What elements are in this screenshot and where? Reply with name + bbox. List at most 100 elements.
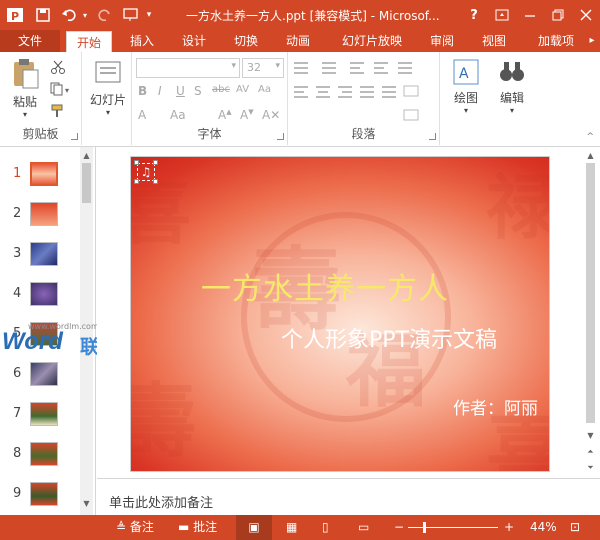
slide-thumbnail[interactable]	[30, 282, 58, 306]
thumbnail-row[interactable]: 8	[0, 440, 80, 476]
slide-author[interactable]: 作者：阿丽	[453, 394, 538, 419]
powerpoint-logo-icon[interactable]: P	[4, 4, 26, 26]
group-slides: 幻灯片 ▾	[82, 52, 132, 145]
thumbnail-row[interactable]: 7	[0, 400, 80, 436]
thumbnail-row[interactable]: 2	[0, 200, 80, 236]
notes-pane[interactable]: 单击此处添加备注	[97, 478, 600, 515]
canvas-scrollbar[interactable]: ▲ ▼ ⏶ ⏷	[584, 147, 597, 478]
thumbnail-row[interactable]: 6	[0, 360, 80, 396]
collapse-ribbon-icon[interactable]: ^	[586, 132, 594, 142]
resize-handle[interactable]	[134, 160, 139, 165]
scroll-thumb[interactable]	[82, 163, 91, 203]
next-slide-icon[interactable]: ⏷	[584, 461, 597, 474]
zoom-level[interactable]: 44%	[530, 515, 557, 540]
tab-design[interactable]: 设计	[172, 30, 216, 52]
paste-button[interactable]: 粘贴 ▾	[6, 58, 44, 119]
editing-button[interactable]: 编辑 ▾	[492, 58, 532, 118]
paragraph-tools-icon[interactable]	[294, 62, 434, 132]
slide-thumbnail[interactable]	[30, 402, 58, 426]
notes-toggle[interactable]: ≜ 备注	[116, 515, 154, 540]
comments-toggle[interactable]: ▬ 批注	[178, 515, 217, 540]
start-from-beginning-icon[interactable]	[120, 4, 142, 26]
slide-thumbnail[interactable]	[30, 482, 58, 506]
undo-icon[interactable]	[58, 4, 80, 26]
restore-icon[interactable]	[544, 0, 572, 30]
thumbnail-row[interactable]: 4	[0, 280, 80, 316]
drawing-dropdown-icon: ▾	[463, 106, 468, 115]
thumbnail-row[interactable]: 9	[0, 480, 80, 516]
underline-icon[interactable]: U	[176, 84, 185, 98]
slide-thumbnail[interactable]	[30, 162, 58, 186]
paragraph-launcher-icon[interactable]	[429, 133, 436, 140]
font-size-combo[interactable]: 32 ▾	[242, 58, 284, 78]
tab-animations[interactable]: 动画	[276, 30, 320, 52]
undo-dropdown-icon[interactable]: ▾	[80, 4, 90, 26]
new-slide-button[interactable]: 幻灯片 ▾	[88, 58, 128, 117]
zoom-in-icon[interactable]: +	[504, 515, 514, 540]
scroll-up-icon[interactable]: ▲	[584, 149, 597, 162]
scroll-down-icon[interactable]: ▼	[584, 429, 597, 442]
tab-addins[interactable]: 加载项	[528, 30, 584, 52]
character-spacing-icon[interactable]: AV	[236, 84, 249, 95]
thumbnail-row[interactable]: 1	[0, 160, 80, 196]
resize-handle[interactable]	[153, 179, 158, 184]
save-icon[interactable]	[32, 4, 54, 26]
ribbon-display-options-icon[interactable]	[488, 0, 516, 30]
tab-insert[interactable]: 插入	[120, 30, 164, 52]
slide-thumbnail[interactable]	[30, 242, 58, 266]
clear-formatting-icon[interactable]: A✕	[262, 108, 280, 122]
close-icon[interactable]	[572, 0, 600, 30]
tab-view[interactable]: 视图	[472, 30, 516, 52]
zoom-out-icon[interactable]: −	[394, 515, 404, 540]
comment-icon: ▬	[178, 520, 190, 534]
format-painter-icon[interactable]	[50, 104, 66, 121]
help-button[interactable]: ?	[460, 0, 488, 30]
slide-number: 4	[13, 286, 22, 301]
slide-sorter-view-icon[interactable]: ▦	[286, 515, 297, 540]
text-effects-icon[interactable]: A	[138, 108, 146, 122]
italic-icon[interactable]: I	[158, 84, 162, 98]
scroll-up-icon[interactable]: ▲	[80, 149, 93, 162]
tab-home[interactable]: 开始	[66, 31, 112, 53]
clipboard-launcher-icon[interactable]	[71, 133, 78, 140]
zoom-slider-thumb[interactable]	[423, 522, 426, 533]
font-name-combo[interactable]: ▾	[136, 58, 240, 78]
shadow-icon[interactable]: S	[194, 84, 202, 98]
more-tabs-icon[interactable]: ▸	[584, 30, 600, 52]
zoom-slider[interactable]	[408, 527, 498, 528]
customize-qat-icon[interactable]: ▾	[142, 4, 156, 26]
highlight-icon[interactable]: Aa	[170, 108, 186, 122]
change-case-icon[interactable]: Aa	[258, 84, 271, 95]
previous-slide-icon[interactable]: ⏶	[584, 445, 597, 458]
reading-view-icon[interactable]: ▯	[322, 515, 329, 540]
slide-subtitle[interactable]: 个人形象PPT演示文稿	[281, 322, 497, 354]
tab-slide-show[interactable]: 幻灯片放映	[330, 30, 414, 52]
strikethrough-icon[interactable]: abc	[212, 84, 230, 95]
bold-icon[interactable]: B	[138, 84, 147, 98]
scroll-down-icon[interactable]: ▼	[80, 497, 93, 510]
slide-thumbnail[interactable]	[30, 202, 58, 226]
notes-placeholder[interactable]: 单击此处添加备注	[109, 492, 213, 511]
tab-transitions[interactable]: 切换	[224, 30, 268, 52]
tab-file[interactable]: 文件	[0, 30, 60, 52]
decrease-font-icon[interactable]: A▼	[240, 108, 254, 122]
slide[interactable]: 壽 福 喜 禄 壽 喜 ♫ 一方水土养一方人 个人形象PPT演示文稿 作者：阿丽	[130, 156, 550, 472]
slide-thumbnail[interactable]	[30, 362, 58, 386]
resize-handle[interactable]	[153, 160, 158, 165]
increase-font-icon[interactable]: A▲	[218, 108, 232, 122]
redo-icon[interactable]	[94, 4, 116, 26]
scroll-thumb[interactable]	[586, 163, 595, 423]
drawing-button[interactable]: A 绘图 ▾	[446, 58, 486, 118]
tab-review[interactable]: 审阅	[420, 30, 464, 52]
copy-icon[interactable]: ▾	[50, 82, 72, 99]
resize-handle[interactable]	[134, 179, 139, 184]
minimize-icon[interactable]	[516, 0, 544, 30]
font-launcher-icon[interactable]	[277, 133, 284, 140]
fit-slide-icon[interactable]: ⊡	[570, 515, 580, 540]
slide-title[interactable]: 一方水土养一方人	[201, 264, 449, 308]
cut-icon[interactable]	[50, 60, 66, 77]
thumbnail-row[interactable]: 3	[0, 240, 80, 276]
slide-thumbnail[interactable]	[30, 442, 58, 466]
slide-show-view-icon[interactable]: ▭	[358, 515, 369, 540]
normal-view-icon[interactable]: ▣	[236, 515, 272, 540]
